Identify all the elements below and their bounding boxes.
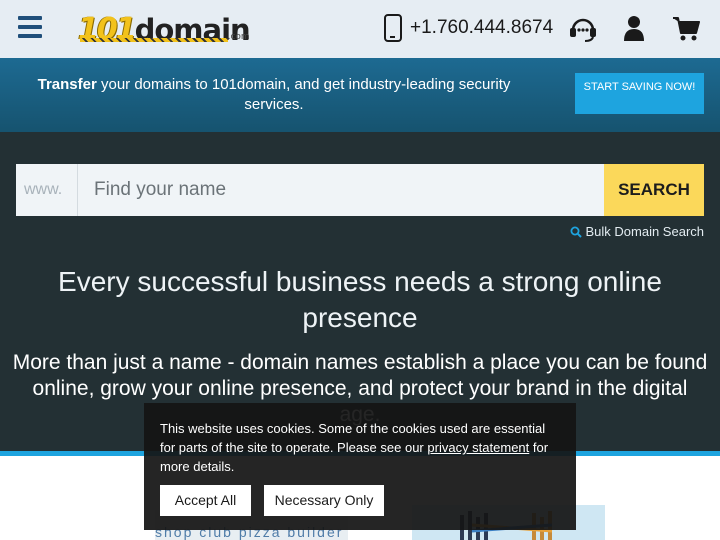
magnifier-icon — [570, 226, 582, 238]
promo-text: Transfer your domains to 101domain, and … — [24, 75, 524, 115]
user-icon[interactable] — [623, 15, 645, 46]
phone-number: +1.760.444.8674 — [410, 17, 554, 38]
cookie-message: This website uses cookies. Some of the c… — [160, 421, 549, 474]
promo-bold-text: Transfer — [37, 76, 97, 93]
start-saving-button[interactable]: START SAVING NOW! — [575, 73, 704, 114]
bulk-domain-search-link[interactable]: Bulk Domain Search — [570, 224, 705, 239]
menu-icon[interactable] — [18, 16, 42, 38]
promo-banner: Transfer your domains to 101domain, and … — [0, 58, 720, 132]
cart-icon[interactable] — [672, 16, 700, 47]
phone-icon — [384, 14, 402, 42]
domain-search-bar: www. SEARCH — [16, 164, 704, 216]
support-headset-icon[interactable] — [568, 15, 598, 48]
logo-stripe — [80, 38, 228, 42]
promo-body-text: your domains to 101domain, and get indus… — [96, 76, 511, 113]
cookie-banner: This website uses cookies. Some of the c… — [144, 403, 576, 530]
phone-link[interactable]: +1.760.444.8674 — [384, 14, 553, 42]
bulk-search-label: Bulk Domain Search — [585, 224, 705, 239]
necessary-only-button[interactable]: Necessary Only — [264, 485, 384, 516]
accept-all-button[interactable]: Accept All — [160, 485, 251, 516]
www-prefix: www. — [16, 164, 78, 216]
hero-title: Every successful business needs a strong… — [58, 266, 662, 333]
domain-search-input[interactable] — [78, 164, 604, 216]
privacy-statement-link[interactable]: privacy statement — [427, 440, 529, 455]
search-button[interactable]: SEARCH — [604, 164, 704, 216]
site-header: 101 domain .com +1.760.444.8674 — [0, 0, 720, 58]
logo-suffix: .com — [227, 32, 250, 42]
